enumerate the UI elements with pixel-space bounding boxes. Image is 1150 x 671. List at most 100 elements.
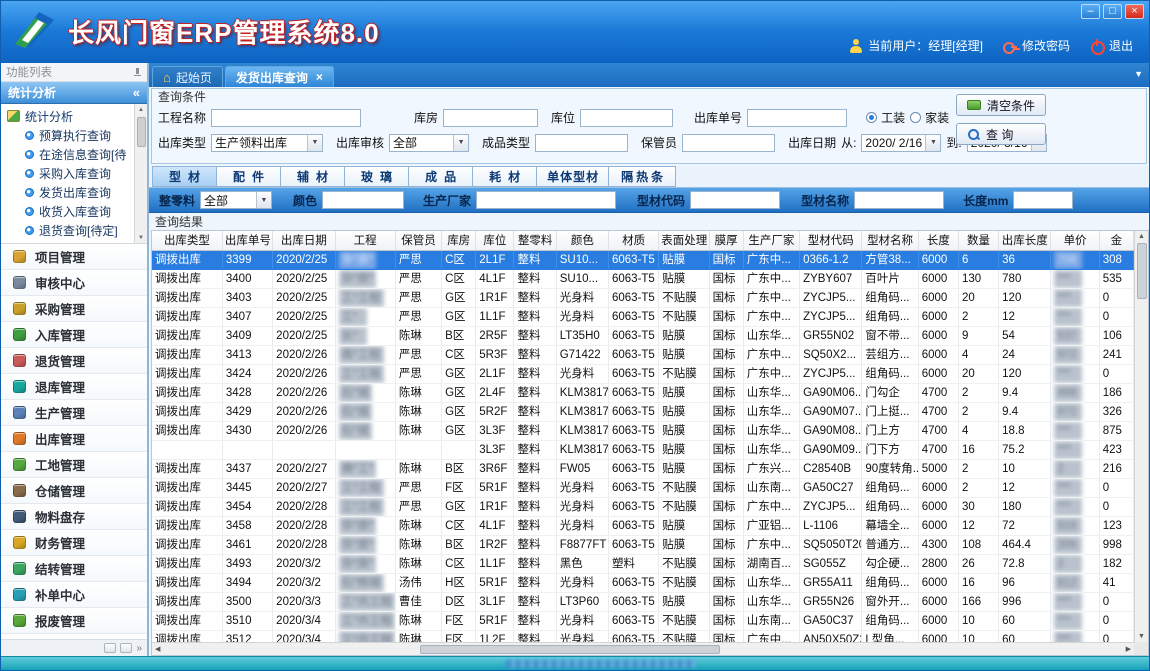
- grid-cell[interactable]: 国标: [709, 326, 743, 345]
- radio-work[interactable]: 工装: [866, 109, 905, 126]
- sidebar-module-1[interactable]: 审核中心: [1, 270, 147, 296]
- column-header[interactable]: 长度: [918, 231, 958, 250]
- grid-cell[interactable]: ***: [1051, 497, 1099, 516]
- grid-cell[interactable]: 9.4: [999, 383, 1051, 402]
- grid-cell[interactable]: 90度转角...: [862, 459, 918, 478]
- grid-cell[interactable]: 广东中...: [743, 345, 799, 364]
- grid-cell[interactable]: 山东华...: [743, 402, 799, 421]
- sidebar-module-6[interactable]: 生产管理: [1, 400, 147, 426]
- date-from-select[interactable]: 2020/ 2/16 ▼: [861, 134, 941, 152]
- grid-cell[interactable]: 整料: [514, 440, 556, 459]
- grid-cell[interactable]: LT3P60: [556, 592, 608, 611]
- grid-cell[interactable]: 贴膜: [659, 535, 709, 554]
- grid-cell[interactable]: 106: [1099, 326, 1133, 345]
- grid-cell[interactable]: 调拨出库: [152, 554, 222, 573]
- grid-cell[interactable]: 6063-T5: [609, 459, 659, 478]
- grid-cell[interactable]: 石*辉城: [335, 573, 395, 592]
- grid-cell[interactable]: 华*原*: [335, 554, 395, 573]
- grid-cell[interactable]: 0366-1.2: [800, 250, 862, 269]
- grid-cell[interactable]: 6063-T5: [609, 421, 659, 440]
- sidebar-module-7[interactable]: 出库管理: [1, 426, 147, 452]
- grid-cell[interactable]: 整料: [514, 535, 556, 554]
- grid-cell[interactable]: 整料: [514, 592, 556, 611]
- grid-cell[interactable]: 严思: [395, 364, 441, 383]
- grid-cell[interactable]: 308: [1099, 250, 1133, 269]
- grid-cell[interactable]: 3461: [222, 535, 272, 554]
- table-row[interactable]: 调拨出库34002020/2/25华*原*严思C区4L1F整料SU10...60…: [152, 269, 1134, 288]
- grid-cell[interactable]: 9: [958, 326, 998, 345]
- grid-cell[interactable]: KLM3817: [556, 402, 608, 421]
- grid-cell[interactable]: 贴膜: [659, 383, 709, 402]
- grid-cell[interactable]: [395, 440, 441, 459]
- grid-cell[interactable]: 5000: [918, 459, 958, 478]
- grid-cell[interactable]: 6063-T5: [609, 288, 659, 307]
- grid-cell[interactable]: 华*原*: [335, 269, 395, 288]
- grid-cell[interactable]: 不贴膜: [659, 288, 709, 307]
- sidebar-module-0[interactable]: 项目管理: [1, 244, 147, 270]
- grid-cell[interactable]: 贴膜: [659, 269, 709, 288]
- grid-cell[interactable]: 0: [1099, 307, 1133, 326]
- grid-cell[interactable]: 不贴膜: [659, 497, 709, 516]
- grid-cell[interactable]: 3493: [222, 554, 272, 573]
- grid-cell[interactable]: 2020/2/25: [273, 288, 335, 307]
- grid-cell[interactable]: 调拨出库: [152, 250, 222, 269]
- grid-cell[interactable]: 调拨出库: [152, 269, 222, 288]
- sidebar-group-header[interactable]: 统计分析 «: [1, 82, 147, 104]
- grid-cell[interactable]: 国标: [709, 554, 743, 573]
- footer-window-icon[interactable]: [104, 643, 116, 653]
- grid-cell[interactable]: 2020/2/26: [273, 345, 335, 364]
- grid-cell[interactable]: 812: [1051, 573, 1099, 592]
- grid-cell[interactable]: 不贴膜: [659, 554, 709, 573]
- grid-cell[interactable]: 调拨出库: [152, 364, 222, 383]
- grid-cell[interactable]: 6000: [918, 573, 958, 592]
- grid-cell[interactable]: 国标: [709, 459, 743, 478]
- sidebar-module-10[interactable]: 物料盘存: [1, 504, 147, 530]
- grid-cell[interactable]: 875: [1099, 421, 1133, 440]
- grid-cell[interactable]: 调拨出库: [152, 345, 222, 364]
- grid-cell[interactable]: 537: [1051, 326, 1099, 345]
- grid-cell[interactable]: ***: [1051, 611, 1099, 630]
- grid-cell[interactable]: 严思: [395, 345, 441, 364]
- grid-cell[interactable]: 60: [999, 611, 1051, 630]
- grid-cell[interactable]: 贴膜: [659, 459, 709, 478]
- grid-cell[interactable]: 216: [1099, 459, 1133, 478]
- grid-cell[interactable]: B区: [442, 326, 476, 345]
- scrollbar-thumb[interactable]: [420, 645, 720, 654]
- grid-cell[interactable]: G区: [442, 421, 476, 440]
- material-tab[interactable]: 辅材: [280, 166, 344, 187]
- grid-cell[interactable]: 5R1F: [476, 611, 514, 630]
- table-row[interactable]: 调拨出库34302020/2/26石*城陈琳G区3L3F整料KLM3817606…: [152, 421, 1134, 440]
- grid-cell[interactable]: 2020/2/25: [273, 307, 335, 326]
- sidebar-module-5[interactable]: 退库管理: [1, 374, 147, 400]
- grid-cell[interactable]: 严思: [395, 497, 441, 516]
- grid-cell[interactable]: 华*原*: [335, 250, 395, 269]
- grid-cell[interactable]: 464.4: [999, 535, 1051, 554]
- grid-cell[interactable]: G区: [442, 364, 476, 383]
- grid-cell[interactable]: 3L1F: [476, 592, 514, 611]
- grid-cell[interactable]: 1L1F: [476, 554, 514, 573]
- grid-cell[interactable]: SU10...: [556, 269, 608, 288]
- grid-cell[interactable]: ***: [1051, 269, 1099, 288]
- grid-cell[interactable]: B区: [442, 459, 476, 478]
- grid-cell[interactable]: 光身料: [556, 364, 608, 383]
- grid-cell[interactable]: 国标: [709, 478, 743, 497]
- grid-cell[interactable]: 998: [1099, 535, 1133, 554]
- column-header[interactable]: 出库类型: [152, 231, 222, 250]
- grid-cell[interactable]: 130: [958, 269, 998, 288]
- table-row[interactable]: 调拨出库34582020/2/28华*原*陈琳C区4L1F整料光身料6063-T…: [152, 516, 1134, 535]
- grid-cell[interactable]: G区: [442, 307, 476, 326]
- grid-cell[interactable]: 6063-T5: [609, 383, 659, 402]
- grid-cell[interactable]: 2020/2/27: [273, 478, 335, 497]
- grid-cell[interactable]: 门勾企: [862, 383, 918, 402]
- grid-cell[interactable]: 陈琳: [395, 421, 441, 440]
- sidebar-module-8[interactable]: 工地管理: [1, 452, 147, 478]
- grid-cell[interactable]: ZYCJP5...: [800, 364, 862, 383]
- grid-cell[interactable]: 严思: [395, 269, 441, 288]
- grid-cell[interactable]: 山东华...: [743, 326, 799, 345]
- grid-cell[interactable]: 6063-T5: [609, 478, 659, 497]
- search-button[interactable]: 查 询: [956, 123, 1046, 145]
- column-header[interactable]: 出库日期: [273, 231, 335, 250]
- grid-cell[interactable]: GA50C37: [800, 611, 862, 630]
- grid-cell[interactable]: 光身料: [556, 516, 608, 535]
- tree-scrollbar[interactable]: ▲ ▼: [134, 104, 147, 243]
